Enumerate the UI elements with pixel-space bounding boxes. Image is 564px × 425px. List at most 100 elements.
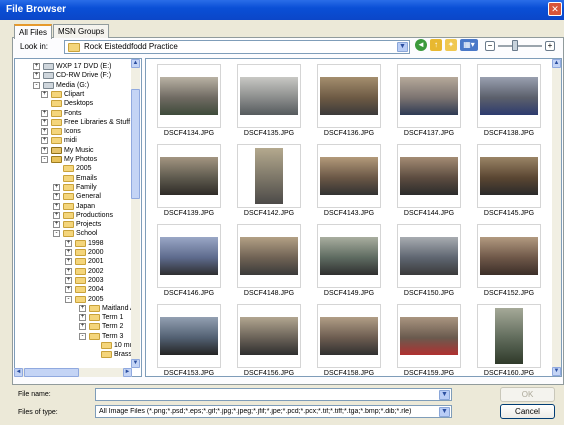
tree-item[interactable]: + WXP 17 DVD (E:) <box>15 62 133 71</box>
expand-icon[interactable]: + <box>41 146 48 154</box>
file-thumbnail[interactable]: DSCF4153.JPG <box>154 304 224 376</box>
file-thumbnail[interactable]: DSCF4142.JPG <box>234 144 304 222</box>
expand-icon[interactable]: + <box>53 183 60 191</box>
tree-item[interactable]: + My Music <box>15 146 133 155</box>
file-name-dropdown-icon[interactable]: ▼ <box>439 390 450 400</box>
expand-icon[interactable]: + <box>65 239 72 247</box>
collapse-icon[interactable]: - <box>41 156 48 163</box>
tree-item[interactable]: 10 mus <box>15 341 137 350</box>
collapse-icon[interactable]: - <box>53 230 60 238</box>
file-thumbnail[interactable]: DSCF4156.JPG <box>234 304 304 376</box>
zoom-slider[interactable] <box>498 45 542 47</box>
tree-item[interactable]: +2000 <box>15 248 133 257</box>
expand-icon[interactable]: + <box>41 109 48 117</box>
scroll-up-icon[interactable]: ▲ <box>131 59 140 68</box>
expand-icon[interactable]: + <box>65 286 72 294</box>
files-vertical-scrollbar[interactable]: ▲ ▼ <box>552 59 561 376</box>
tree-item[interactable]: + Term 2 <box>15 322 133 331</box>
thumbnail-view[interactable]: DSCF4134.JPG DSCF4135.JPG DSCF4136.JPG DSCF… <box>145 58 562 377</box>
tree-item[interactable]: - School <box>15 229 133 238</box>
file-thumbnail[interactable]: DSCF4159.JPG <box>394 304 464 376</box>
tree-item[interactable]: + Projects <box>15 220 133 229</box>
file-thumbnail[interactable]: DSCF4149.JPG <box>314 224 384 302</box>
back-icon[interactable]: ◄ <box>415 39 427 51</box>
tree-item[interactable]: + General <box>15 192 133 201</box>
tree-item[interactable]: Desktops <box>15 99 133 108</box>
views-icon[interactable]: ▦▾ <box>460 39 478 51</box>
tree-hscroll-thumb[interactable] <box>24 368 79 377</box>
zoom-in-icon[interactable]: + <box>545 41 555 51</box>
tree-item[interactable]: Emails <box>15 174 133 183</box>
expand-icon[interactable]: + <box>41 118 48 126</box>
look-in-dropdown[interactable]: Rock Eisteddfodd Practice ▼ <box>64 40 410 54</box>
file-thumbnail[interactable]: DSCF4150.JPG <box>394 224 464 302</box>
scroll-down-icon[interactable]: ▼ <box>131 359 140 368</box>
expand-icon[interactable]: + <box>79 304 86 312</box>
file-thumbnail[interactable]: DSCF4143.JPG <box>314 144 384 222</box>
file-thumbnail[interactable]: DSCF4152.JPG <box>474 224 544 302</box>
expand-icon[interactable]: + <box>53 202 60 210</box>
tree-item[interactable]: + Fonts <box>15 109 133 118</box>
file-thumbnail[interactable]: DSCF4158.JPG <box>314 304 384 376</box>
expand-icon[interactable]: + <box>65 276 72 284</box>
tree-item[interactable]: +1998 <box>15 239 133 248</box>
file-thumbnail[interactable]: DSCF4137.JPG <box>394 64 464 142</box>
expand-icon[interactable]: + <box>79 314 86 322</box>
up-folder-icon[interactable]: ↑ <box>430 39 442 51</box>
file-name-input[interactable]: ▼ <box>95 388 452 401</box>
expand-icon[interactable]: + <box>53 221 60 229</box>
tree-item[interactable]: - My Photos <box>15 155 133 164</box>
tree-item[interactable]: + midi <box>15 136 133 145</box>
tree-item[interactable]: + Productions <box>15 211 133 220</box>
file-thumbnail[interactable]: DSCF4146.JPG <box>154 224 224 302</box>
expand-icon[interactable]: + <box>41 137 48 145</box>
file-thumbnail[interactable]: DSCF4138.JPG <box>474 64 544 142</box>
files-scroll-up-icon[interactable]: ▲ <box>552 59 561 68</box>
expand-icon[interactable]: + <box>65 258 72 266</box>
new-folder-icon[interactable]: ✦ <box>445 39 457 51</box>
collapse-icon[interactable]: - <box>65 295 72 303</box>
tree-item[interactable]: + Icons <box>15 127 133 136</box>
collapse-icon[interactable]: - <box>79 332 86 340</box>
expand-icon[interactable]: + <box>53 211 60 219</box>
folder-tree[interactable]: + WXP 17 DVD (E:) + CD-RW Drive (F:) - Media … <box>14 58 142 377</box>
tree-scroll-thumb[interactable] <box>131 89 140 199</box>
file-thumbnail[interactable]: DSCF4144.JPG <box>394 144 464 222</box>
expand-icon[interactable]: + <box>65 249 72 256</box>
file-thumbnail[interactable]: DSCF4135.JPG <box>234 64 304 142</box>
tree-item[interactable]: + Free Libraries & Stuff <box>15 118 133 127</box>
tree-item[interactable]: +2002 <box>15 267 133 276</box>
tree-item[interactable]: - 2005 <box>15 295 133 304</box>
ok-button[interactable]: OK <box>500 387 555 402</box>
tree-horizontal-scrollbar[interactable]: ◄ ► <box>14 368 132 377</box>
file-type-dropdown[interactable]: All Image Files (*.png;*.psd;*.eps;*.gif… <box>95 405 452 418</box>
tree-item[interactable]: + Term 1 <box>15 313 133 322</box>
tree-item[interactable]: + CD-RW Drive (F:) <box>15 71 133 80</box>
tab-msn-groups[interactable]: MSN Groups <box>53 24 110 38</box>
collapse-icon[interactable]: - <box>33 81 40 89</box>
zoom-slider-handle[interactable] <box>512 40 518 51</box>
file-thumbnail[interactable]: DSCF4134.JPG <box>154 64 224 142</box>
tree-item[interactable]: - Media (G:) <box>15 81 133 90</box>
tree-item[interactable]: + Family <box>15 183 133 192</box>
scroll-right-icon[interactable]: ► <box>123 368 132 377</box>
tree-vertical-scrollbar[interactable]: ▲ ▼ <box>131 59 140 368</box>
file-thumbnail[interactable]: DSCF4139.JPG <box>154 144 224 222</box>
file-type-chevron-icon[interactable]: ▼ <box>439 407 450 417</box>
tree-item[interactable]: + Maitland Ar <box>15 304 137 313</box>
expand-icon[interactable]: + <box>53 193 60 201</box>
file-thumbnail[interactable]: DSCF4136.JPG <box>314 64 384 142</box>
expand-icon[interactable]: + <box>41 90 48 98</box>
file-thumbnail[interactable]: DSCF4145.JPG <box>474 144 544 222</box>
tree-item[interactable]: + Clipart <box>15 90 133 99</box>
tab-all-files[interactable]: All Files <box>14 24 53 39</box>
tree-item[interactable]: +2001 <box>15 257 133 266</box>
files-scroll-down-icon[interactable]: ▼ <box>552 367 561 376</box>
expand-icon[interactable]: + <box>65 267 72 275</box>
cancel-button[interactable]: Cancel <box>500 404 555 419</box>
expand-icon[interactable]: + <box>41 128 48 136</box>
expand-icon[interactable]: + <box>33 63 40 70</box>
chevron-down-icon[interactable]: ▼ <box>397 42 408 52</box>
expand-icon[interactable]: + <box>33 72 40 80</box>
tree-item[interactable]: +2003 <box>15 276 133 285</box>
